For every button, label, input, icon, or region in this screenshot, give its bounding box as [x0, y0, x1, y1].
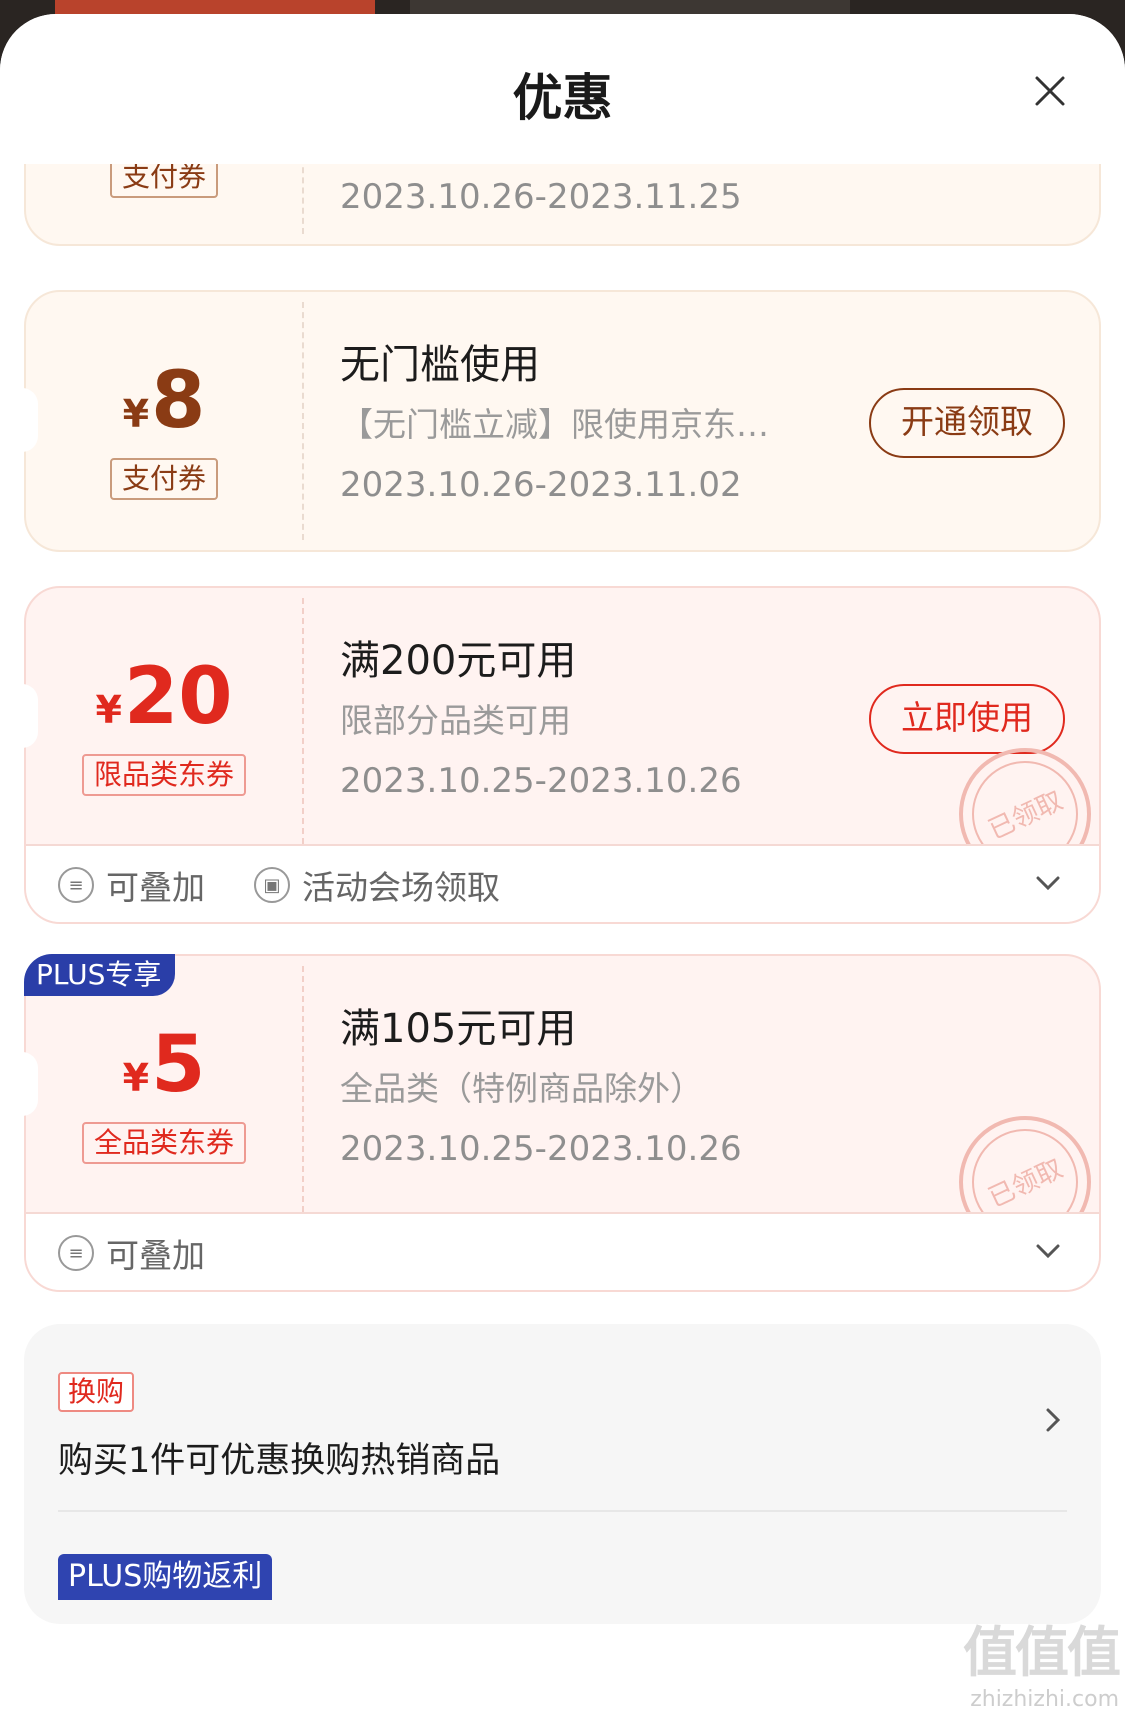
venue-feature: ▣ 活动会场领取: [254, 864, 500, 907]
coupon-card[interactable]: ¥20 限品类东券 满200元可用 限部分品类可用 2023.10.25-202…: [22, 586, 1101, 924]
coupon-amount: ¥5: [122, 1020, 206, 1110]
coupon-tag: 支付券: [109, 164, 218, 198]
divider: [302, 302, 304, 540]
coupon-date: 2023.10.26-2023.11.02: [340, 465, 742, 505]
exchange-text: 购买1件可优惠换购热销商品: [58, 1441, 501, 1481]
stackable-feature: ≡ 可叠加: [58, 1232, 205, 1275]
coupon-amount: ¥20: [95, 652, 233, 742]
chevron-down-icon[interactable]: [1033, 1236, 1063, 1266]
claimed-stamp: 已领取: [955, 744, 1095, 844]
coupon-date: 2023.10.26-2023.11.25: [340, 177, 742, 217]
coupon-tag: 限品类东券: [81, 754, 246, 796]
claimed-stamp: 已领取: [955, 1112, 1095, 1212]
plus-rebate-tag: PLUS购物返利: [58, 1554, 273, 1600]
coupon-date: 2023.10.25-2023.10.26: [340, 761, 742, 801]
coupon-amount: ¥8: [122, 356, 206, 446]
watermark-logo: 值值值: [963, 1621, 1121, 1684]
chevron-right-icon[interactable]: [1039, 1406, 1067, 1434]
close-button[interactable]: [1033, 74, 1067, 108]
coupon-card[interactable]: PLUS专享 ¥5 全品类东券 满105元可用 全品类（特例商品除外） 2023…: [22, 954, 1101, 1292]
coupon-sheet: 优惠 支付券 2023.10.26-2023.11.25 ¥8 支付券 无门槛使…: [0, 14, 1125, 1718]
coupon-desc: 【无门槛立减】限使用京东…: [340, 405, 769, 444]
coupon-desc: 全品类（特例商品除外）: [340, 1069, 703, 1108]
stack-icon: ≡: [58, 1235, 94, 1271]
sheet-title: 优惠: [512, 69, 613, 127]
coupon-title: 满200元可用: [340, 638, 577, 684]
coupon-date: 2023.10.25-2023.10.26: [340, 1129, 742, 1169]
divider: [302, 598, 304, 844]
svg-text:已领取: 已领取: [984, 1154, 1067, 1212]
exchange-card[interactable]: 换购 购买1件可优惠换购热销商品 PLUS购物返利: [24, 1324, 1101, 1624]
sheet-header: 优惠: [0, 14, 1125, 164]
plus-exclusive-badge: PLUS专享: [24, 954, 176, 996]
coupon-features: ≡ 可叠加: [26, 1212, 1099, 1290]
activate-claim-button[interactable]: 开通领取: [869, 388, 1065, 458]
coupon-features: ≡ 可叠加 ▣ 活动会场领取: [26, 844, 1099, 922]
stack-icon: ≡: [58, 867, 94, 903]
coupon-title: 无门槛使用: [340, 342, 540, 388]
coupon-tag: 全品类东券: [81, 1122, 246, 1164]
close-icon: [1035, 76, 1065, 106]
divider: [302, 164, 304, 234]
ticket-icon: ▣: [254, 867, 290, 903]
exchange-tag: 换购: [58, 1372, 135, 1412]
chevron-down-icon[interactable]: [1033, 868, 1063, 898]
watermark: 值值值 zhizhizhi.com: [963, 1608, 1121, 1712]
coupon-title: 满105元可用: [340, 1006, 577, 1052]
divider: [58, 1510, 1067, 1512]
coupon-tag: 支付券: [109, 458, 218, 500]
watermark-url: zhizhizhi.com: [970, 1687, 1119, 1712]
divider: [302, 966, 304, 1212]
coupon-card[interactable]: 支付券 2023.10.26-2023.11.25: [24, 164, 1101, 246]
coupon-list[interactable]: 支付券 2023.10.26-2023.11.25 ¥8 支付券 无门槛使用 【…: [0, 164, 1125, 1718]
coupon-card[interactable]: ¥8 支付券 无门槛使用 【无门槛立减】限使用京东… 2023.10.26-20…: [22, 290, 1101, 552]
svg-text:已领取: 已领取: [984, 786, 1067, 844]
coupon-desc: 限部分品类可用: [340, 701, 571, 740]
stackable-feature: ≡ 可叠加: [58, 864, 205, 907]
